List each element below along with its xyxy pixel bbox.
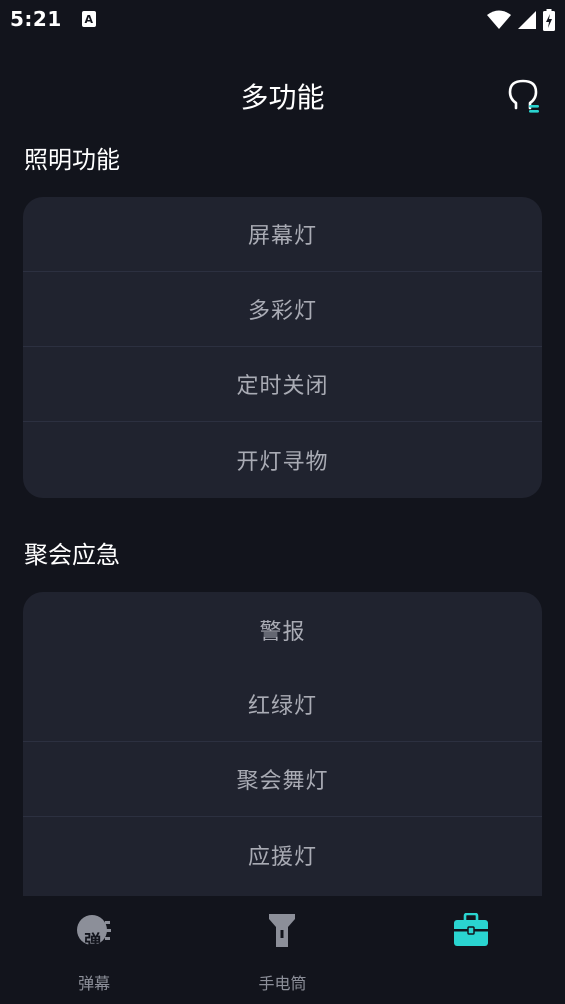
- menu-item-color-light[interactable]: 多彩灯: [23, 272, 542, 347]
- menu-item-find-objects[interactable]: 开灯寻物: [23, 422, 542, 497]
- status-bar: 5:21 A: [0, 0, 565, 38]
- signal-icon: [518, 11, 536, 29]
- party-card: 警报 红绿灯 聚会舞灯 应援灯: [23, 592, 542, 932]
- bottom-nav: 弹 弹幕 手电筒: [0, 896, 565, 1004]
- menu-item-screen-light[interactable]: 屏幕灯: [23, 197, 542, 272]
- danmu-icon-glyph: 弹: [84, 932, 102, 952]
- page-title: 多功能: [240, 81, 325, 114]
- lighting-card: 屏幕灯 多彩灯 定时关闭 开灯寻物: [23, 197, 542, 498]
- danmu-icon: 弹: [74, 910, 114, 952]
- nav-item-danmu[interactable]: 弹 弹幕: [0, 896, 188, 1004]
- menu-item-traffic-light[interactable]: 红绿灯: [23, 667, 542, 742]
- profile-icon[interactable]: [507, 78, 541, 114]
- status-indicators: [487, 9, 555, 31]
- wifi-icon: [487, 10, 511, 29]
- menu-item-timer-off[interactable]: 定时关闭: [23, 347, 542, 422]
- battery-icon: [543, 9, 555, 31]
- menu-item-party-dance-light[interactable]: 聚会舞灯: [23, 742, 542, 817]
- nav-label-danmu: 弹幕: [78, 974, 111, 993]
- section-title-party: 聚会应急: [24, 541, 120, 569]
- flashlight-icon: [262, 910, 302, 950]
- nav-item-flashlight[interactable]: 手电筒: [188, 896, 376, 1004]
- toolbox-icon: [451, 910, 491, 950]
- nav-item-toolbox[interactable]: [377, 896, 565, 1004]
- menu-item-cheer-light[interactable]: 应援灯: [23, 817, 542, 892]
- nav-label-flashlight: 手电筒: [258, 974, 307, 993]
- status-time: 5:21: [10, 7, 62, 31]
- section-title-lighting: 照明功能: [24, 146, 120, 174]
- menu-item-alarm[interactable]: 警报: [23, 592, 542, 667]
- header: 多功能: [0, 60, 565, 130]
- notification-a-icon: A: [81, 11, 96, 27]
